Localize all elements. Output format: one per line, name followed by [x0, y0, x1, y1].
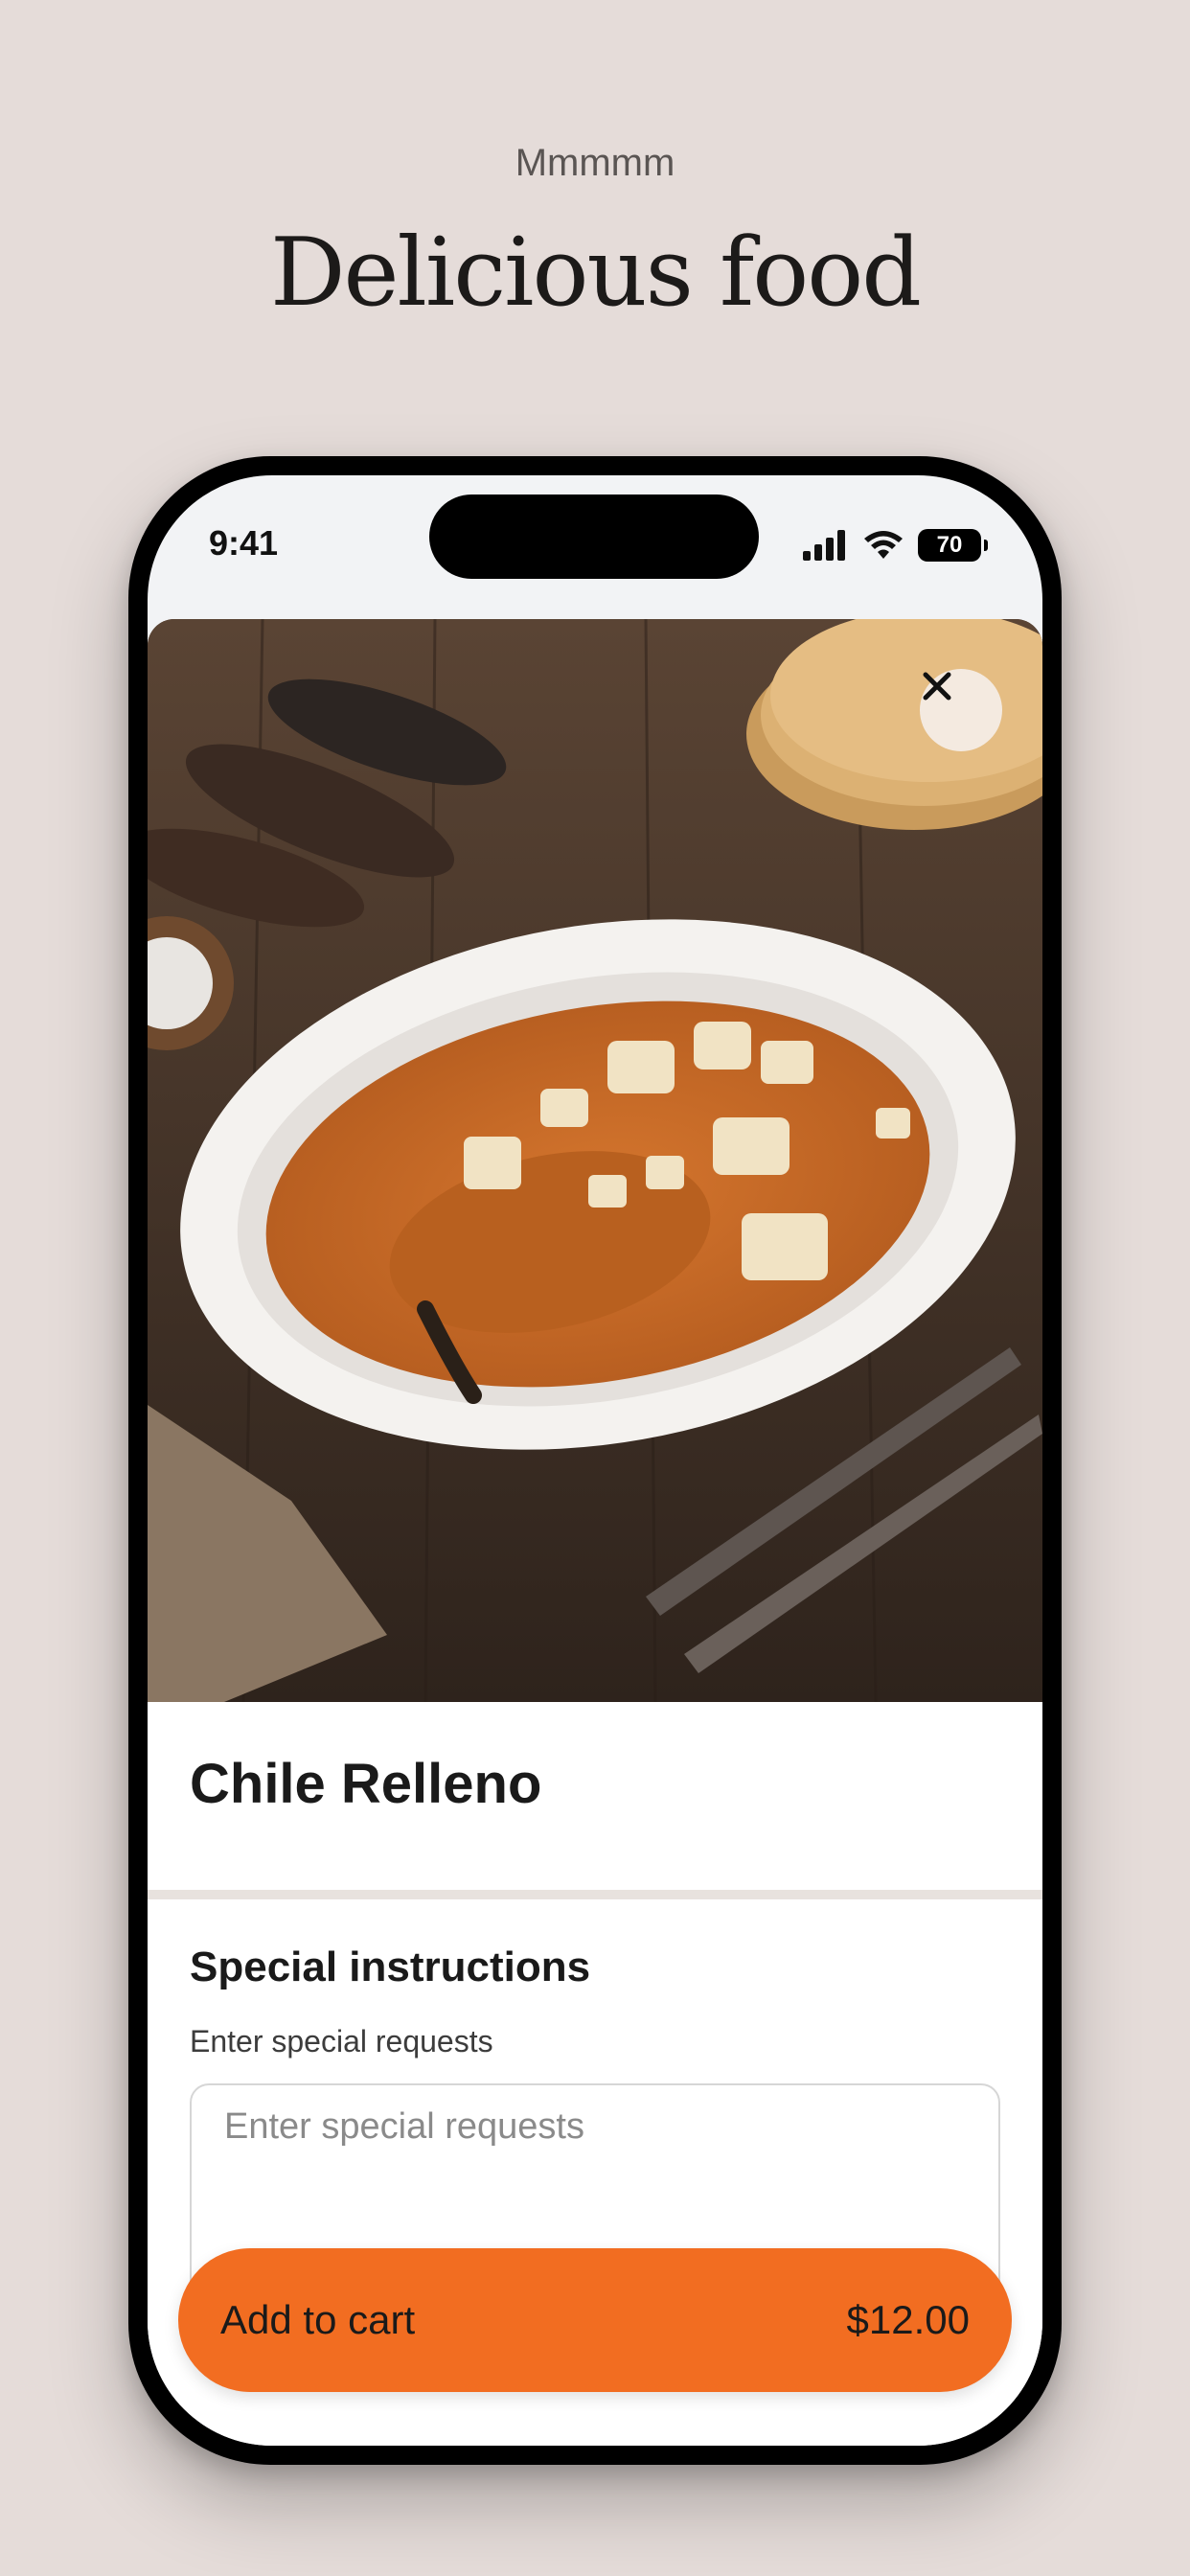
item-name: Chile Relleno — [190, 1753, 542, 1815]
close-button[interactable] — [920, 669, 1002, 751]
food-illustration — [148, 619, 1042, 1702]
phone-screen: 9:41 70 Chile Relleno Special instructio… — [148, 475, 1042, 2446]
food-image — [148, 619, 1042, 1702]
dynamic-island — [429, 494, 759, 579]
close-icon — [923, 672, 951, 701]
battery-icon: 70 — [918, 529, 988, 562]
item-title-section: Chile Relleno — [148, 1702, 1042, 1890]
phone-frame: 9:41 70 Chile Relleno Special instructio… — [128, 456, 1062, 2465]
price-label: $12.00 — [846, 2297, 970, 2342]
signal-icon — [803, 530, 845, 561]
headline: Delicious food — [269, 218, 922, 328]
special-instructions-label: Enter special requests — [190, 2024, 493, 2058]
status-icons: 70 — [803, 529, 988, 562]
add-to-cart-button[interactable]: Add to cart $12.00 — [178, 2248, 1012, 2392]
special-instructions-title: Special instructions — [190, 1944, 591, 1990]
add-to-cart-label: Add to cart — [220, 2297, 416, 2342]
item-detail-sheet: Chile Relleno Special instructions Enter… — [148, 619, 1042, 2446]
section-divider — [148, 1890, 1042, 1899]
status-time: 9:41 — [209, 523, 279, 563]
wifi-icon — [864, 531, 903, 559]
eyebrow-text: Mmmmm — [515, 142, 675, 184]
status-bar: 9:41 70 — [148, 475, 1042, 619]
